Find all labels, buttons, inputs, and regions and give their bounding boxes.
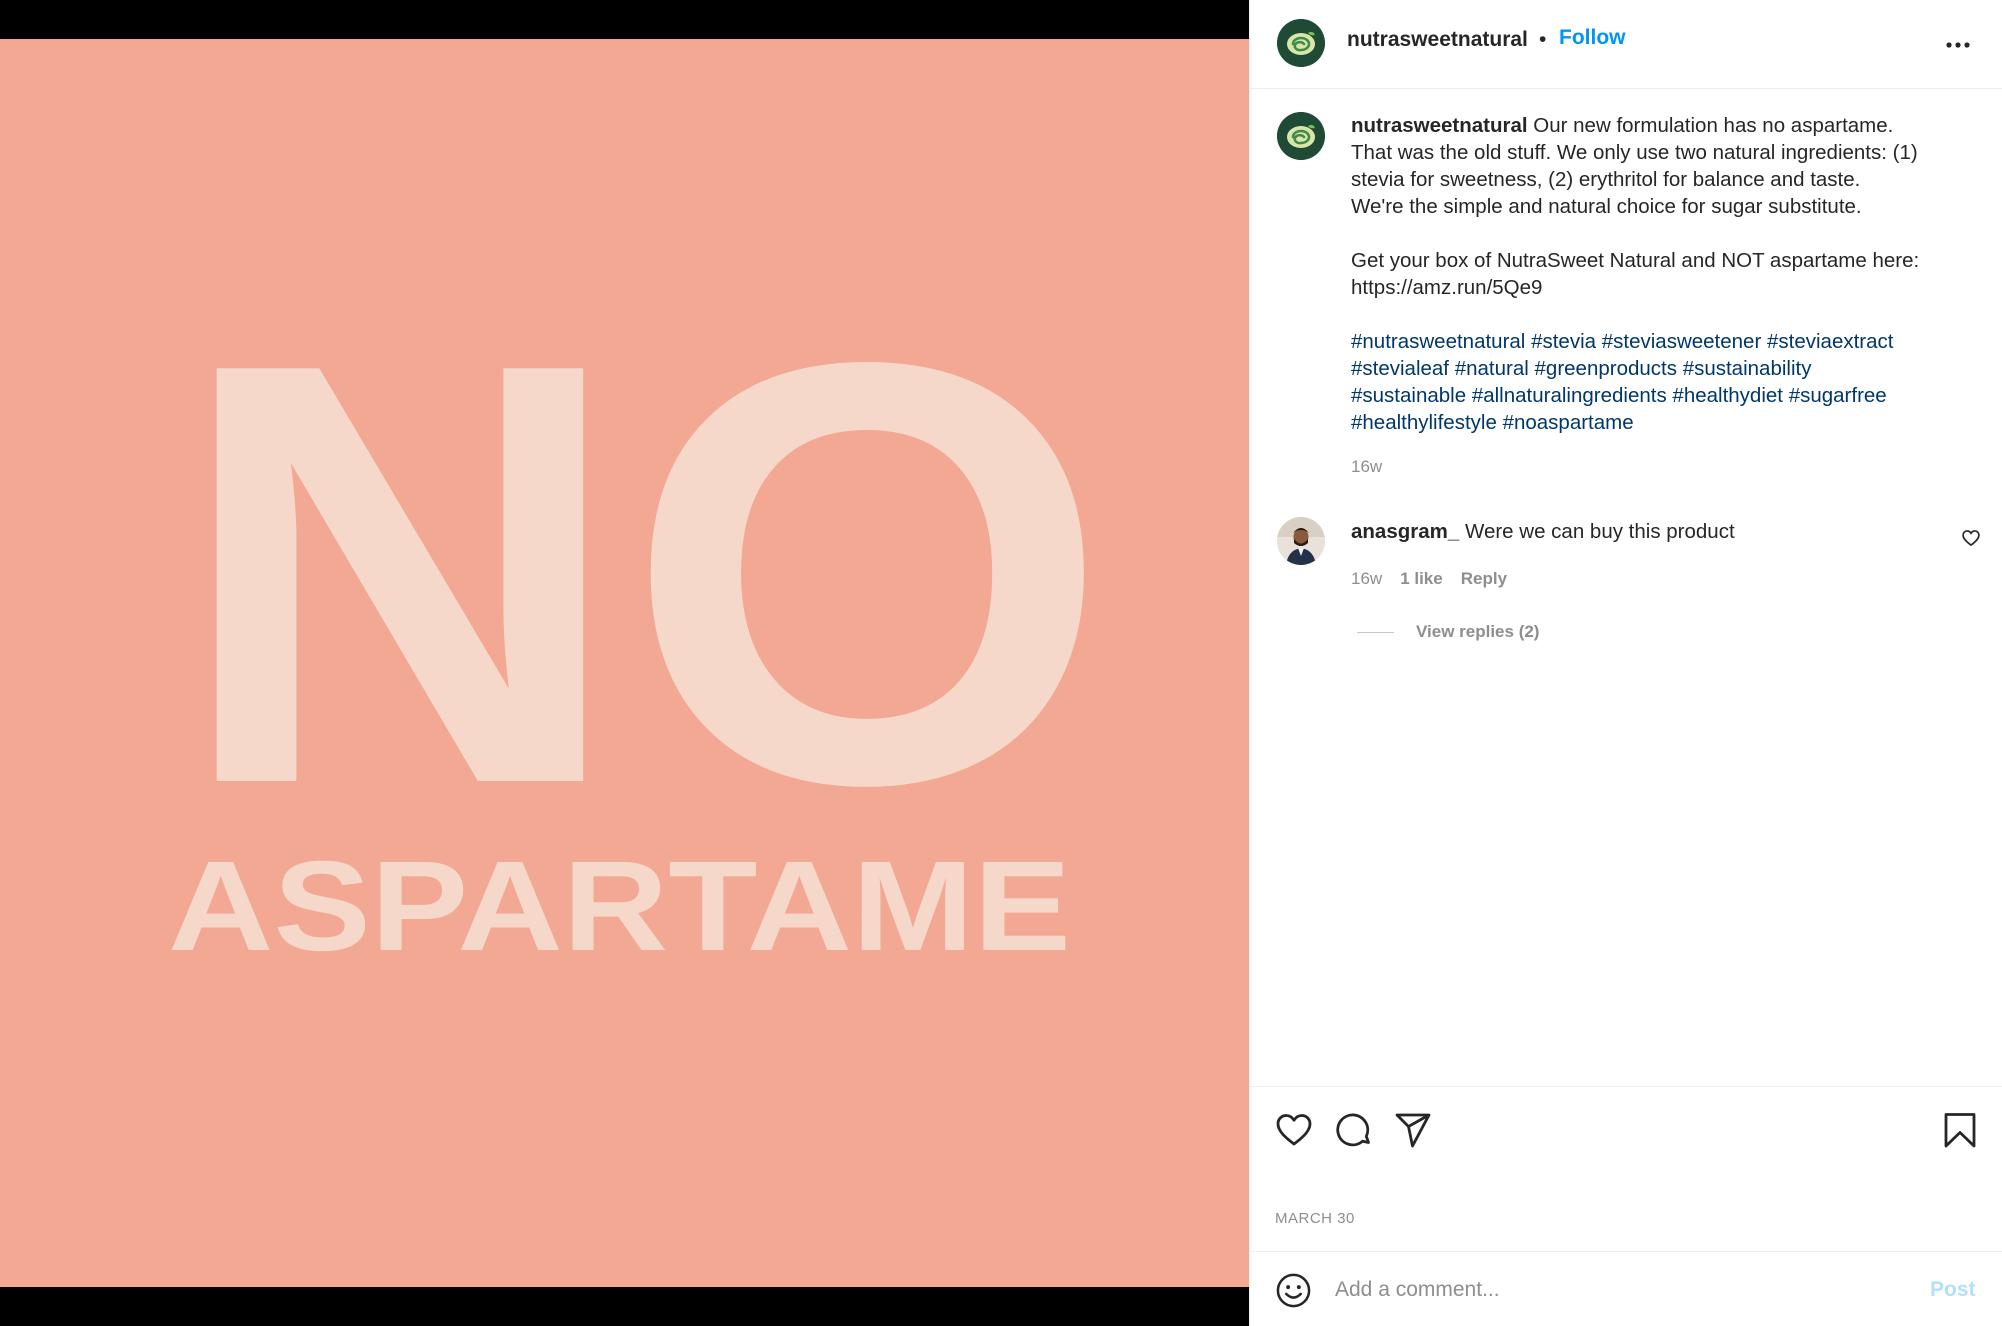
reply-button[interactable]: Reply xyxy=(1461,569,1507,589)
caption-username[interactable]: nutrasweetnatural xyxy=(1351,114,1528,137)
comment-icon[interactable] xyxy=(1335,1111,1373,1149)
caption-line: That was the old stuff. We only use two … xyxy=(1351,141,1918,164)
post-image[interactable]: NO ASPARTAME xyxy=(0,39,1249,1287)
view-replies-label: View replies (2) xyxy=(1416,622,1540,641)
comment-text: Were we can buy this product xyxy=(1464,520,1735,543)
comment-timestamp[interactable]: 16w xyxy=(1351,569,1382,589)
image-subline: ASPARTAME xyxy=(168,835,1071,978)
brand-avatar[interactable] xyxy=(1277,19,1325,67)
media-panel: NO ASPARTAME xyxy=(0,0,1249,1326)
hashtag-link[interactable]: #allnaturalingredients xyxy=(1472,384,1667,407)
swirl-logo-icon xyxy=(1277,112,1325,160)
hashtag-link[interactable]: #stevialeaf xyxy=(1351,357,1449,380)
comment-item: anasgram_ Were we can buy this product 1… xyxy=(1250,515,2002,645)
view-replies-button[interactable]: View replies (2) xyxy=(1357,622,1539,642)
comment-meta: 16w 1 like Reply xyxy=(1351,569,1507,589)
comment-heart-icon[interactable] xyxy=(1961,528,1981,548)
image-headline: NO xyxy=(175,239,1110,909)
swirl-logo-icon xyxy=(1277,19,1325,67)
hashtag-line: #sustainable #allnaturalingredients #hea… xyxy=(1351,382,1971,409)
hashtag-link[interactable]: #healthylifestyle xyxy=(1351,411,1497,434)
hashtag-link[interactable]: #stevia xyxy=(1531,330,1596,353)
share-icon[interactable] xyxy=(1394,1111,1432,1149)
caption-line: stevia for sweetness, (2) erythritol for… xyxy=(1351,168,1861,191)
add-comment-bar: Post xyxy=(1250,1251,2002,1326)
hashtag-link[interactable]: #noaspartame xyxy=(1503,411,1634,434)
hashtag-link[interactable]: #sugarfree xyxy=(1789,384,1887,407)
instagram-post-view: NO ASPARTAME nutrasweetnatural • Follow xyxy=(0,0,2002,1326)
post-button[interactable]: Post xyxy=(1930,1278,1976,1302)
caption-line-text: Our new formulation has no aspartame. xyxy=(1533,114,1894,137)
heart-icon-graphic xyxy=(1276,1114,1312,1146)
share-icon-graphic xyxy=(1395,1113,1431,1148)
hashtag-line: #nutrasweetnatural #stevia #steviasweete… xyxy=(1351,328,1971,355)
hashtag-link[interactable]: #steviasweetener xyxy=(1602,330,1762,353)
caption-line: nutrasweetnatural Our new formulation ha… xyxy=(1351,112,1971,139)
hashtag-link[interactable]: #sustainable xyxy=(1351,384,1466,407)
hashtag-link[interactable]: #greenproducts xyxy=(1535,357,1677,380)
caption-timestamp[interactable]: 16w xyxy=(1351,453,1971,480)
person-avatar-icon xyxy=(1277,517,1325,565)
hashtag-line: #stevialeaf #natural #greenproducts #sus… xyxy=(1351,355,1971,382)
comment-input[interactable] xyxy=(1335,1270,1895,1310)
post-header: nutrasweetnatural • Follow xyxy=(1250,0,2002,89)
follow-button[interactable]: Follow xyxy=(1559,26,1626,50)
caption-line: Get your box of NutraSweet Natural and N… xyxy=(1351,249,1920,272)
caption-text: nutrasweetnatural Our new formulation ha… xyxy=(1351,112,1971,480)
comment-likes[interactable]: 1 like xyxy=(1400,569,1443,589)
caption-link[interactable]: https://amz.run/5Qe9 xyxy=(1351,274,1971,301)
hashtag-link[interactable]: #healthydiet xyxy=(1672,384,1783,407)
emoji-icon[interactable] xyxy=(1275,1272,1312,1309)
hashtag-link[interactable]: #natural xyxy=(1455,357,1529,380)
bookmark-icon[interactable] xyxy=(1941,1111,1979,1149)
bookmark-icon-graphic xyxy=(1944,1113,1976,1148)
hashtag-link[interactable]: #sustainability xyxy=(1683,357,1812,380)
post-date[interactable]: MARCH 30 xyxy=(1275,1210,1355,1227)
header-separator: • xyxy=(1539,28,1547,51)
post-image-graphic: NO ASPARTAME xyxy=(0,39,1249,1287)
post-side-panel: nutrasweetnatural • Follow nutrasweetnat xyxy=(1249,0,2002,1326)
comment-icon-graphic xyxy=(1336,1113,1370,1147)
header-username[interactable]: nutrasweetnatural xyxy=(1347,28,1528,52)
hashtag-link[interactable]: #nutrasweetnatural xyxy=(1351,330,1525,353)
heart-icon[interactable] xyxy=(1275,1111,1313,1149)
hashtag-link[interactable]: #steviaextract xyxy=(1767,330,1893,353)
replies-divider xyxy=(1357,631,1394,633)
commenter-avatar[interactable] xyxy=(1277,517,1325,565)
more-horizontal-icon[interactable] xyxy=(1943,30,1973,60)
post-actions: MARCH 30 xyxy=(1250,1086,2002,1251)
comment-username[interactable]: anasgram_ xyxy=(1351,520,1459,543)
comment-body: anasgram_ Were we can buy this product xyxy=(1351,520,1735,544)
hashtag-line: #healthylifestyle #noaspartame xyxy=(1351,409,1971,436)
caption-avatar[interactable] xyxy=(1277,112,1325,160)
caption-line: We're the simple and natural choice for … xyxy=(1351,195,1862,218)
